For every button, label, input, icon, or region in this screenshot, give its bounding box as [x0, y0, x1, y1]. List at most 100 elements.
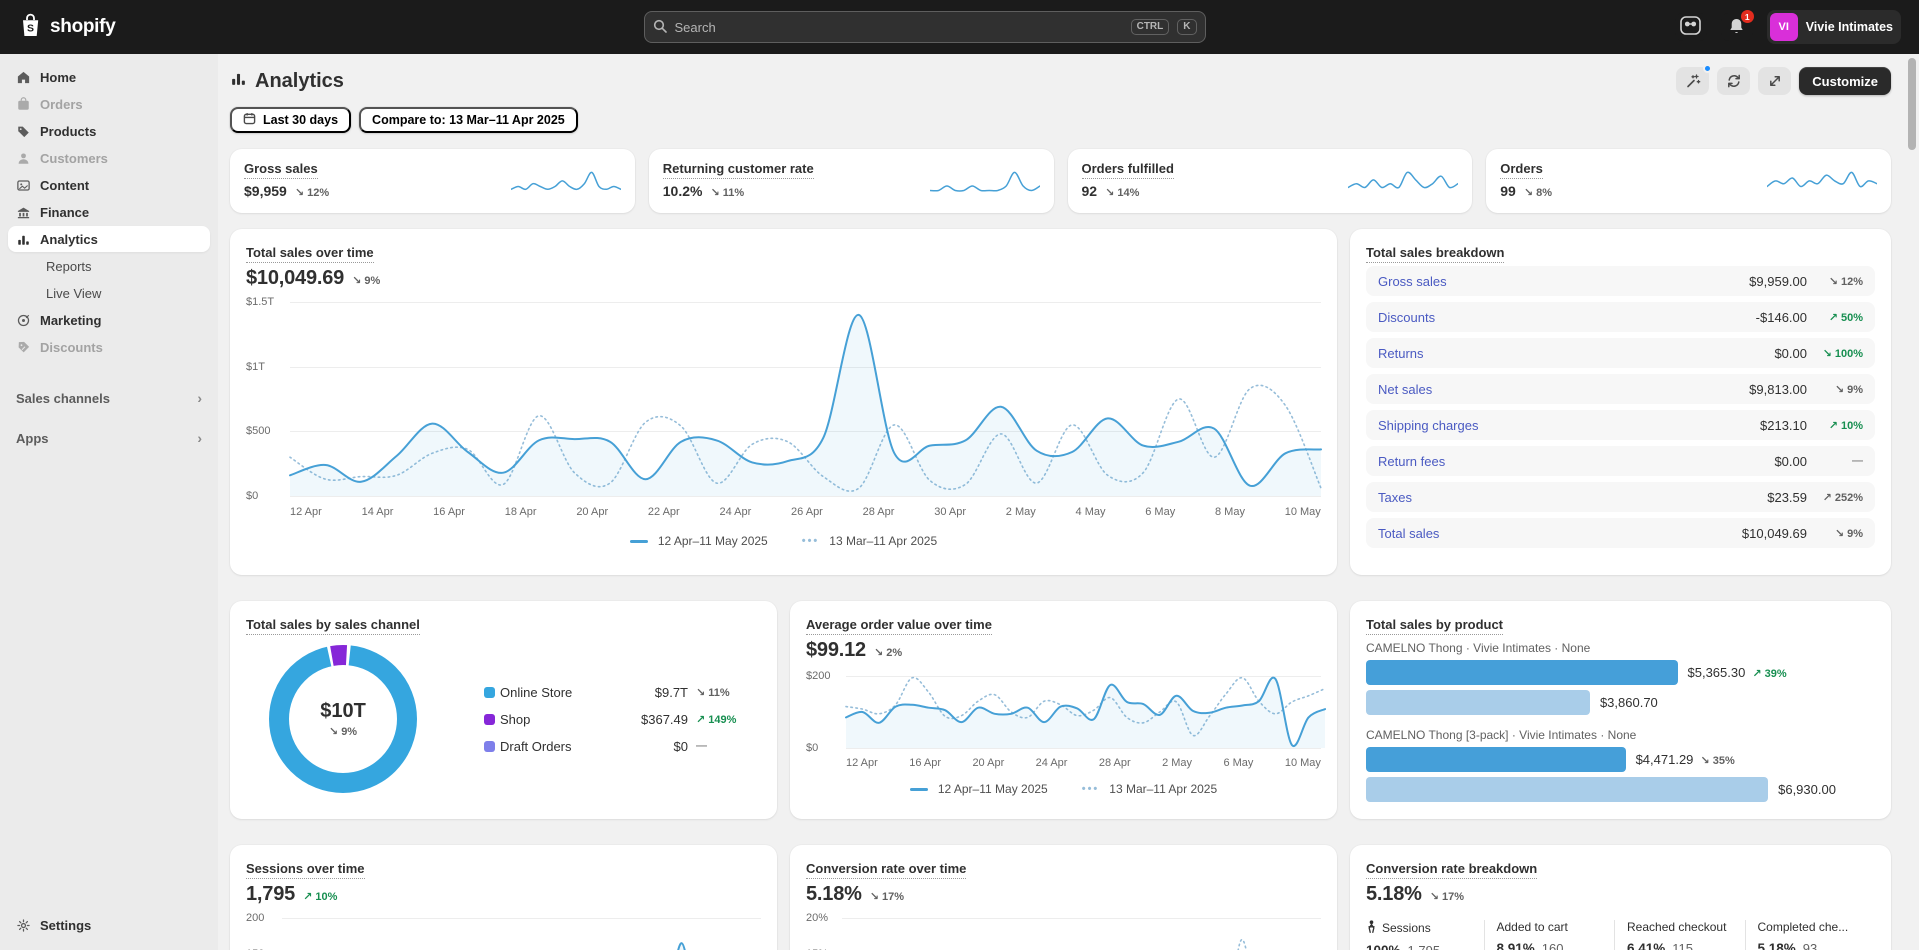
channel-legend: Online Store $9.7T ↘ 11% Shop $367.49 ↗ …: [484, 685, 746, 754]
product-name: CAMELNO Thong · Vivie Intimates · None: [1366, 641, 1875, 655]
search-input[interactable]: [675, 20, 1123, 35]
card-title-link[interactable]: Average order value over time: [806, 617, 992, 635]
customers-icon: [16, 151, 31, 166]
sidebar-item-analytics[interactable]: Analytics: [8, 226, 210, 252]
kpi-orders: Orders 99 ↘ 8%: [1486, 149, 1891, 213]
table-row: Shipping charges $213.10 ↗ 10%: [1366, 410, 1875, 440]
sidebar-item-marketing[interactable]: Marketing: [8, 307, 210, 333]
topbar: S shopify CTRL K 1 VI Vivie Intimates: [0, 0, 1919, 54]
sidebar-item-home[interactable]: Home: [8, 64, 210, 90]
table-row: Taxes $23.59 ↗ 252%: [1366, 482, 1875, 512]
kpi-title-link[interactable]: Returning customer rate: [663, 161, 814, 179]
sidebar: Home Orders Products Customers Content F…: [0, 54, 218, 950]
kpi-gross-sales: Gross sales $9,959 ↘ 12%: [230, 149, 635, 213]
legend-swatch: [484, 714, 495, 725]
analytics-icon: [16, 232, 31, 247]
store-switcher[interactable]: VI Vivie Intimates: [1767, 10, 1901, 44]
sidebar-item-reports[interactable]: Reports: [8, 253, 210, 279]
card-title-link[interactable]: Conversion rate breakdown: [1366, 861, 1537, 879]
kbd-k: K: [1177, 19, 1196, 35]
legend-swatch: [484, 687, 495, 698]
table-row: Discounts -$146.00 ↗ 50%: [1366, 302, 1875, 332]
kpi-title-link[interactable]: Orders: [1500, 161, 1543, 179]
funnel-step: Completed che... 5.18% 93: [1745, 920, 1876, 950]
previous-period-bar: [1366, 690, 1590, 715]
kpi-row: Gross sales $9,959 ↘ 12% Returning custo…: [230, 149, 1891, 213]
current-period-bar: [1366, 660, 1678, 685]
conversion-rate-breakdown-card: Conversion rate breakdown 5.18% ↘ 17% Se…: [1350, 845, 1891, 950]
sidebar-item-products[interactable]: Products: [8, 118, 210, 144]
total-sales-breakdown-card: Total sales breakdown Gross sales $9,959…: [1350, 229, 1891, 575]
main-content: Analytics Customize Last 30 days: [218, 54, 1919, 950]
customize-button[interactable]: Customize: [1799, 67, 1891, 95]
kpi-title-link[interactable]: Gross sales: [244, 161, 318, 179]
x-axis-labels: 12 Apr16 Apr20 Apr24 Apr28 Apr2 May6 May…: [846, 757, 1321, 769]
donut-chart: $10T ↘ 9%: [258, 634, 428, 804]
svg-text:S: S: [27, 23, 34, 35]
funnel-step: Reached checkout 6.41% 115: [1614, 920, 1745, 950]
home-icon: [16, 70, 31, 85]
notifications-button[interactable]: 1: [1721, 13, 1753, 41]
scrollbar-thumb[interactable]: [1908, 58, 1916, 150]
gear-icon: [16, 918, 31, 933]
date-range-picker[interactable]: Last 30 days: [230, 107, 351, 133]
total-sales-chart: $1.5T $1T $500 $0: [246, 302, 1321, 496]
legend-swatch: [484, 741, 495, 752]
chart-legend: 12 Apr–11 May 2025 •••13 Mar–11 Apr 2025: [246, 534, 1321, 548]
analytics-title-icon: [230, 70, 247, 93]
sidebar-section-apps[interactable]: Apps ›: [8, 425, 210, 451]
chevron-right-icon: ›: [197, 390, 202, 406]
previous-period-bar: [1366, 777, 1768, 802]
compare-picker[interactable]: Compare to: 13 Mar–11 Apr 2025: [359, 107, 578, 133]
card-title-link[interactable]: Total sales over time: [246, 245, 374, 263]
conversion-funnel: Sessions 100% 1,795 Added to cart 8.91% …: [1366, 920, 1875, 950]
current-period-bar: [1366, 747, 1626, 772]
sales-by-channel-card: Total sales by sales channel $10T ↘ 9%: [230, 601, 777, 819]
calendar-icon: [243, 112, 256, 128]
content-icon: [16, 178, 31, 193]
ai-assistant-button[interactable]: [1676, 67, 1709, 95]
funnel-step: Added to cart 8.91% 160: [1484, 920, 1615, 950]
sidebar-item-customers[interactable]: Customers: [8, 145, 210, 171]
legend-item: Shop $367.49 ↗ 149%: [484, 712, 746, 727]
search-icon: [653, 19, 667, 36]
kbd-ctrl: CTRL: [1131, 19, 1170, 35]
card-title-link[interactable]: Conversion rate over time: [806, 861, 966, 879]
card-title-link[interactable]: Sessions over time: [246, 861, 365, 879]
shopify-logo[interactable]: S shopify: [18, 12, 248, 42]
average-order-value-card: Average order value over time $99.12 ↘ 2…: [790, 601, 1337, 819]
sales-by-product-card: Total sales by product CAMELNO Thong · V…: [1350, 601, 1891, 819]
shopify-wordmark: shopify: [50, 16, 115, 38]
sidebar-section-sales-channels[interactable]: Sales channels ›: [8, 385, 210, 411]
shop-channel-button[interactable]: [1675, 13, 1707, 41]
table-row: Net sales $9,813.00 ↘ 9%: [1366, 374, 1875, 404]
aov-chart: $200 $0: [806, 676, 1321, 748]
refresh-button[interactable]: [1717, 67, 1750, 95]
kpi-title-link[interactable]: Orders fulfilled: [1082, 161, 1174, 179]
sidebar-item-content[interactable]: Content: [8, 172, 210, 198]
products-icon: [16, 124, 31, 139]
finance-icon: [16, 205, 31, 220]
notification-dot: [1703, 64, 1712, 73]
card-title-link[interactable]: Total sales by sales channel: [246, 617, 420, 635]
sidebar-item-discounts[interactable]: Discounts: [8, 334, 210, 360]
chart-legend: 12 Apr–11 May 2025 •••13 Mar–11 Apr 2025: [806, 782, 1321, 796]
card-title-link[interactable]: Total sales by product: [1366, 617, 1503, 635]
sidebar-item-finance[interactable]: Finance: [8, 199, 210, 225]
sidebar-item-settings[interactable]: Settings: [8, 912, 210, 938]
fullscreen-button[interactable]: [1758, 67, 1791, 95]
global-search[interactable]: CTRL K: [644, 11, 1206, 43]
sparkline-chart: [1767, 169, 1877, 195]
table-row: Returns $0.00 ↘ 100%: [1366, 338, 1875, 368]
table-row: Total sales $10,049.69 ↘ 9%: [1366, 518, 1875, 548]
chevron-right-icon: ›: [197, 430, 202, 446]
sparkline-chart: [1348, 169, 1458, 195]
legend-item: Draft Orders $0 —: [484, 739, 746, 754]
product-name: CAMELNO Thong [3-pack] · Vivie Intimates…: [1366, 728, 1875, 742]
card-title-link[interactable]: Total sales breakdown: [1366, 245, 1504, 263]
sidebar-item-orders[interactable]: Orders: [8, 91, 210, 117]
store-name: Vivie Intimates: [1806, 20, 1893, 34]
kpi-orders-fulfilled: Orders fulfilled 92 ↘ 14%: [1068, 149, 1473, 213]
funnel-step: Sessions 100% 1,795: [1366, 920, 1484, 950]
sidebar-item-live-view[interactable]: Live View: [8, 280, 210, 306]
